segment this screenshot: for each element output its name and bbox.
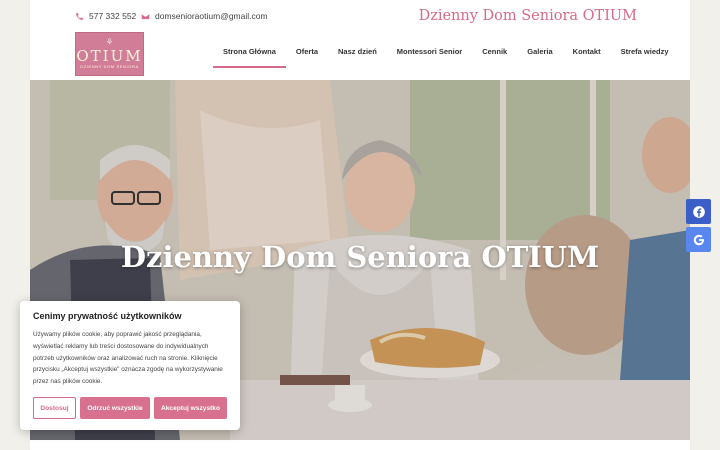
facebook-icon [692,205,705,218]
main-nav: Strona Główna Oferta Nasz dzień Montesso… [213,44,679,68]
nav-item-home[interactable]: Strona Główna [213,44,286,68]
nav-item-kontakt[interactable]: Kontakt [563,44,611,68]
nav-item-galeria[interactable]: Galeria [517,44,562,68]
phone-text: 577 332 552 [89,11,137,21]
google-icon [693,234,704,245]
accept-all-button[interactable]: Akceptuj wszystko [154,397,227,419]
email-text: domsenioraotium@gmail.com [155,11,268,21]
envelope-icon [141,13,150,19]
nav-item-nasz-dzien[interactable]: Nasz dzień [328,44,387,68]
phone-link[interactable]: 577 332 552 [75,11,136,21]
customize-button[interactable]: Dostosuj [33,397,76,419]
nav-item-strefa-wiedzy[interactable]: Strefa wiedzy [611,44,679,68]
facebook-button[interactable] [686,199,711,224]
cookie-buttons: Dostosuj Odrzuć wszystkie Akceptuj wszys… [33,397,227,419]
cookie-text: Używamy plików cookie, aby poprawić jako… [33,331,223,386]
cookie-consent-dialog: Cenimy prywatność użytkowników Używamy p… [20,301,240,430]
reject-all-button[interactable]: Odrzuć wszystkie [80,397,150,419]
logo-word: OTIUM [76,46,143,65]
logo[interactable]: ⚘ OTIUM DZIENNY DOM SENIORA [75,32,144,76]
header: 577 332 552 domsenioraotium@gmail.com Dz… [30,0,690,80]
nav-item-oferta[interactable]: Oferta [286,44,328,68]
email-link[interactable]: domsenioraotium@gmail.com [141,11,268,21]
phone-icon [76,12,83,20]
logo-subtitle: DZIENNY DOM SENIORA [80,63,139,69]
google-button[interactable] [686,227,711,252]
cookie-title: Cenimy prywatność użytkowników [33,311,182,321]
nav-item-cennik[interactable]: Cennik [472,44,517,68]
hero-title: Dzienny Dom Seniora OTIUM [120,240,600,274]
site-title: Dzienny Dom Seniora OTIUM [418,8,637,24]
nav-item-montessori[interactable]: Montessori Senior [387,44,472,68]
